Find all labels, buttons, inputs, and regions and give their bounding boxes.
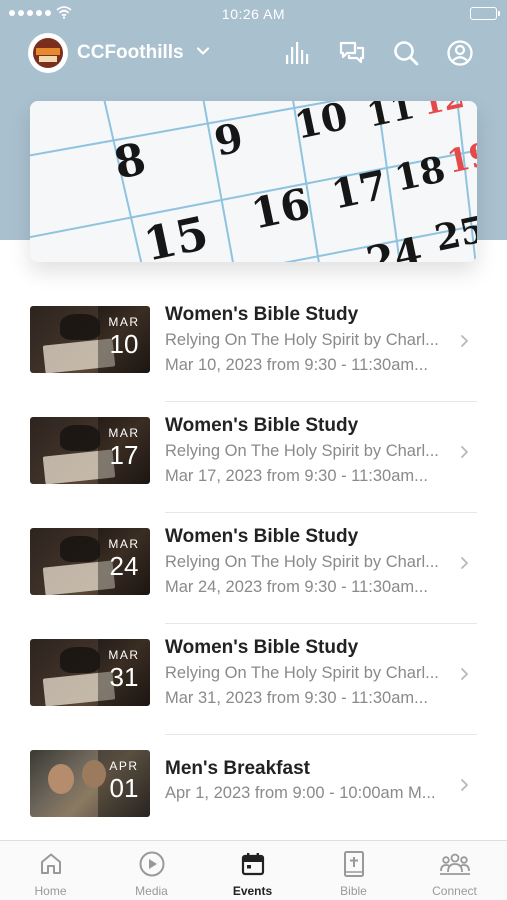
date-badge: MAR 24 <box>98 528 150 595</box>
chevron-right-icon <box>461 779 468 791</box>
people-icon <box>404 850 505 878</box>
event-thumbnail: MAR 31 <box>30 639 150 706</box>
tab-label: Events <box>232 884 273 898</box>
tab-media[interactable]: Media <box>101 841 202 900</box>
event-month: MAR <box>108 426 140 440</box>
chevron-down-icon[interactable] <box>196 44 210 58</box>
top-bar: CCFoothills <box>0 30 507 76</box>
event-subtitle: Relying On The Holy Spirit by Charl... <box>165 553 439 571</box>
tab-label: Media <box>135 884 168 898</box>
battery-icon <box>470 7 500 20</box>
tab-bar: Home Media Events Bible Connect <box>0 840 507 900</box>
church-logo[interactable] <box>28 33 68 73</box>
event-row[interactable]: MAR 31 Women's Bible Study Relying On Th… <box>0 623 507 735</box>
chat-bubbles-icon[interactable] <box>337 38 367 68</box>
hero-calendar-image[interactable]: 8 9 10 11 15 16 17 18 24 25 12 19 <box>30 101 477 262</box>
tab-events[interactable]: Events <box>202 841 303 900</box>
event-title: Men's Breakfast <box>165 758 310 779</box>
tab-home[interactable]: Home <box>0 841 101 900</box>
event-subtitle: Relying On The Holy Spirit by Charl... <box>165 664 439 682</box>
event-row[interactable]: APR 01 Men's Breakfast Apr 1, 2023 from … <box>0 734 507 846</box>
event-datetime: Mar 17, 2023 from 9:30 - 11:30am... <box>165 467 428 485</box>
event-thumbnail: MAR 10 <box>30 306 150 373</box>
play-circle-icon <box>101 850 202 878</box>
event-datetime: Mar 10, 2023 from 9:30 - 11:30am... <box>165 356 428 374</box>
event-row[interactable]: MAR 17 Women's Bible Study Relying On Th… <box>0 401 507 513</box>
profile-icon[interactable] <box>445 38 475 68</box>
home-icon <box>0 850 101 878</box>
event-day: 10 <box>109 329 139 359</box>
date-badge: MAR 31 <box>98 639 150 706</box>
tab-label: Home <box>34 884 67 898</box>
event-title: Women's Bible Study <box>165 304 359 325</box>
event-datetime: Mar 24, 2023 from 9:30 - 11:30am... <box>165 578 428 596</box>
search-icon[interactable] <box>391 38 421 68</box>
event-thumbnail: MAR 24 <box>30 528 150 595</box>
event-row[interactable]: MAR 10 Women's Bible Study Relying On Th… <box>0 290 507 402</box>
event-title: Women's Bible Study <box>165 415 359 436</box>
chevron-right-icon <box>461 668 468 680</box>
event-subtitle: Relying On The Holy Spirit by Charl... <box>165 442 439 460</box>
event-day: 31 <box>109 662 139 692</box>
event-subtitle: Relying On The Holy Spirit by Charl... <box>165 331 439 349</box>
org-name[interactable]: CCFoothills <box>77 42 184 64</box>
chevron-right-icon <box>461 446 468 458</box>
chevron-right-icon <box>461 557 468 569</box>
date-badge: APR 01 <box>98 750 150 817</box>
event-row[interactable]: MAR 24 Women's Bible Study Relying On Th… <box>0 512 507 624</box>
event-datetime: Mar 31, 2023 from 9:30 - 11:30am... <box>165 689 428 707</box>
date-badge: MAR 10 <box>98 306 150 373</box>
event-thumbnail: APR 01 <box>30 750 150 817</box>
event-month: MAR <box>108 648 140 662</box>
event-month: APR <box>109 759 139 773</box>
event-thumbnail: MAR 17 <box>30 417 150 484</box>
bar-chart-icon[interactable] <box>283 38 313 68</box>
status-bar: 10:26 AM <box>0 0 507 28</box>
event-day: 17 <box>109 440 139 470</box>
event-title: Women's Bible Study <box>165 637 359 658</box>
tab-connect[interactable]: Connect <box>404 841 505 900</box>
calendar-icon <box>202 850 303 878</box>
event-month: MAR <box>108 537 140 551</box>
status-time: 10:26 AM <box>221 6 286 22</box>
chevron-right-icon <box>461 335 468 347</box>
tab-bible[interactable]: Bible <box>303 841 404 900</box>
event-datetime: Apr 1, 2023 from 9:00 - 10:00am M... <box>165 784 436 802</box>
event-day: 01 <box>109 773 139 803</box>
tab-label: Connect <box>432 884 477 898</box>
date-badge: MAR 17 <box>98 417 150 484</box>
event-day: 24 <box>109 551 139 581</box>
bible-icon <box>303 850 404 878</box>
tab-label: Bible <box>340 884 367 898</box>
event-month: MAR <box>108 315 140 329</box>
event-title: Women's Bible Study <box>165 526 359 547</box>
